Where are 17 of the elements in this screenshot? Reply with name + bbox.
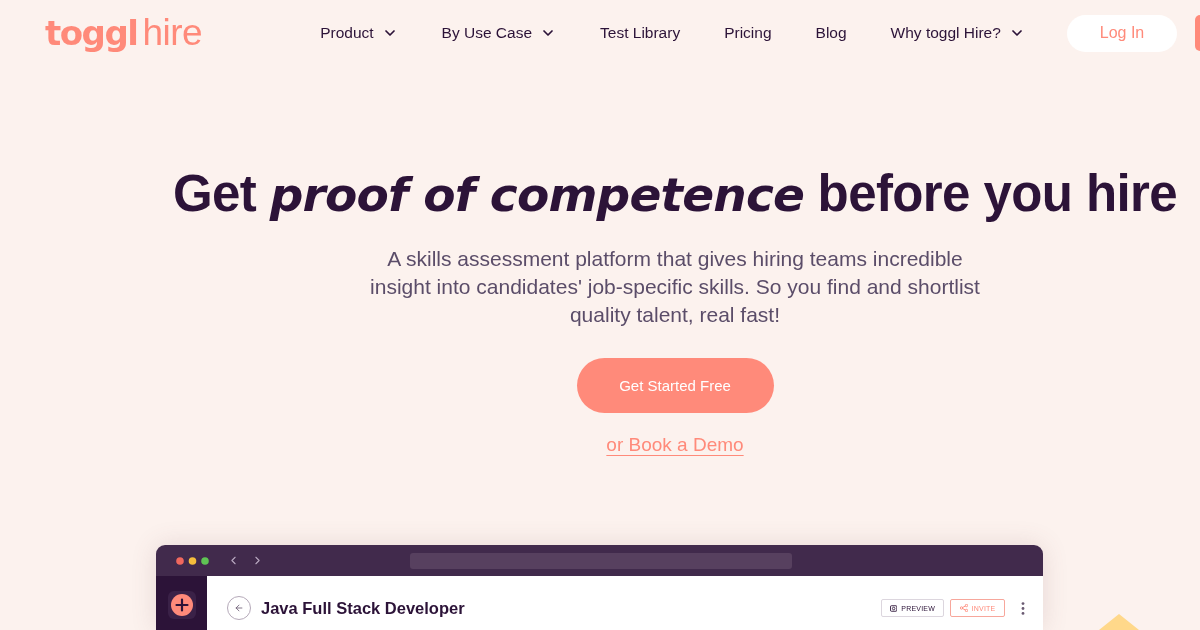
share-icon [959, 604, 968, 612]
add-button[interactable] [167, 591, 196, 619]
nav-link[interactable]: By Use Case [441, 24, 557, 42]
window-controls-icon[interactable] [176, 556, 209, 565]
nav-link[interactable]: Pricing [724, 24, 772, 42]
hero-heading: Get proof of competence before you hire [172, 164, 1178, 224]
test-title: Java Full Stack Developer [261, 598, 465, 619]
nav-link[interactable]: Blog [815, 24, 847, 42]
hero-description: A skills assessment platform that gives hiring teams incredible insight into candidates' job-specific skills. So you find and shortlist quality talent, real fast! [370, 246, 980, 328]
nav-link[interactable]: Product [320, 24, 398, 42]
triangle-decoration [1099, 614, 1139, 630]
plus-icon [170, 594, 193, 616]
more-icon[interactable] [1021, 601, 1025, 615]
preview-icon [890, 604, 898, 612]
nav-link[interactable]: Test Library [600, 24, 681, 42]
arrow-left-icon [234, 603, 244, 613]
nav-link[interactable]: Why toggl Hire? [890, 24, 1025, 42]
